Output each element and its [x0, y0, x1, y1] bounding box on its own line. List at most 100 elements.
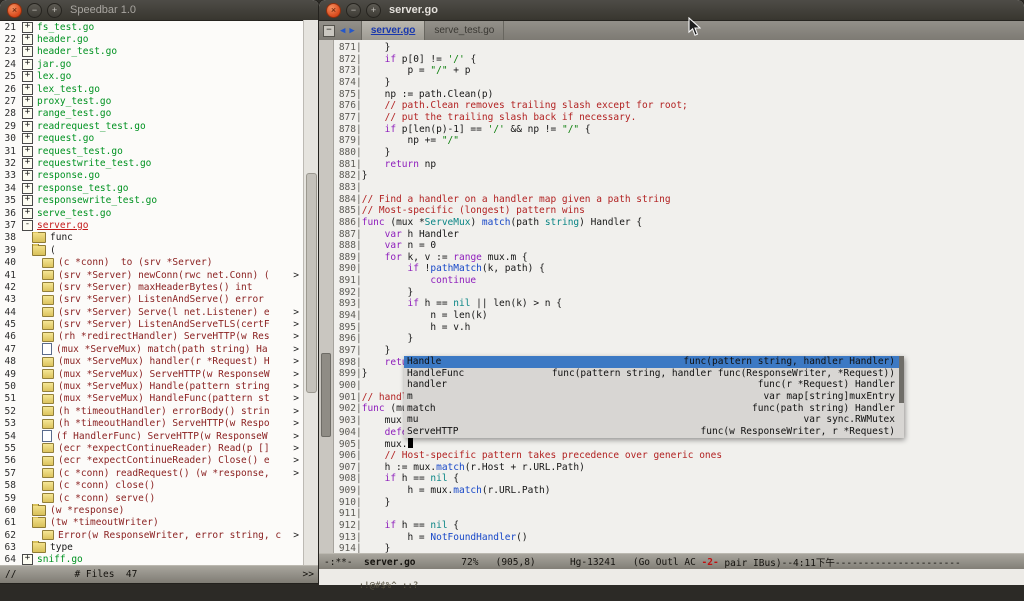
- tag-icon[interactable]: [42, 456, 54, 466]
- speedbar-item[interactable]: 56(ecr *expectContinueReader) Close() e>: [0, 455, 303, 467]
- speedbar-item[interactable]: 61(tw *timeoutWriter): [0, 517, 303, 529]
- code-line[interactable]: 889| for k, v := range mux.m {: [334, 252, 1024, 264]
- tag-icon[interactable]: [42, 282, 54, 292]
- code-line[interactable]: 883|: [334, 182, 1024, 194]
- speedbar-item[interactable]: 44(srv *Server) Serve(l net.Listener) e>: [0, 306, 303, 318]
- expand-icon[interactable]: +: [22, 34, 33, 45]
- expand-icon[interactable]: +: [22, 84, 33, 95]
- completion-item[interactable]: Handlefunc(pattern string, handler Handl…: [404, 356, 904, 368]
- item-label[interactable]: requestwrite_test.go: [37, 158, 151, 169]
- code-line[interactable]: 892| }: [334, 287, 1024, 299]
- code-line[interactable]: 890| if !pathMatch(k, path) {: [334, 263, 1024, 275]
- item-label[interactable]: (c *conn) readRequest() (w *response,: [58, 468, 270, 479]
- code-line[interactable]: 879| np += "/": [334, 135, 1024, 147]
- tab-scroll-right-icon[interactable]: ▶: [349, 26, 354, 36]
- tag-icon[interactable]: [42, 258, 54, 268]
- tag-icon[interactable]: [42, 530, 54, 540]
- code-line[interactable]: 876| // path.Clean removes trailing slas…: [334, 100, 1024, 112]
- code-line[interactable]: 886|func (mux *ServeMux) match(path stri…: [334, 217, 1024, 229]
- item-label[interactable]: (mux *ServeMux) match(path string) Ha: [56, 344, 268, 355]
- code-line[interactable]: 895| h = v.h: [334, 322, 1024, 334]
- speedbar-item[interactable]: 47(mux *ServeMux) match(path string) Ha>: [0, 343, 303, 355]
- speedbar-item[interactable]: 40(c *conn) to (srv *Server): [0, 256, 303, 268]
- speedbar-item[interactable]: 60(w *response): [0, 504, 303, 516]
- completion-item[interactable]: ServeHTTPfunc(w ResponseWriter, r *Reque…: [404, 426, 904, 438]
- speedbar-item[interactable]: 58(c *conn) close(): [0, 479, 303, 491]
- code-line[interactable]: 913| h = NotFoundHandler(): [334, 532, 1024, 544]
- code-line[interactable]: 880| }: [334, 147, 1024, 159]
- completion-item[interactable]: mvar map[string]muxEntry: [404, 391, 904, 403]
- tag-icon[interactable]: [42, 369, 54, 379]
- code-line[interactable]: 872| if p[0] != '/' {: [334, 54, 1024, 66]
- speedbar-item[interactable]: 42(srv *Server) maxHeaderBytes() int: [0, 281, 303, 293]
- expand-icon[interactable]: +: [22, 195, 33, 206]
- code-line[interactable]: 910| }: [334, 497, 1024, 509]
- item-label[interactable]: (w *response): [50, 505, 124, 516]
- expand-icon[interactable]: +: [22, 46, 33, 57]
- code-line[interactable]: 905| mux.: [334, 438, 1024, 450]
- speedbar-item[interactable]: 33+response.go: [0, 170, 303, 182]
- maximize-icon[interactable]: +: [366, 3, 381, 18]
- expand-icon[interactable]: +: [22, 96, 33, 107]
- item-label[interactable]: (c *conn) to (srv *Server): [58, 257, 212, 268]
- speedbar-item[interactable]: 54(f HandlerFunc) ServeHTTP(w ResponseW>: [0, 430, 303, 442]
- speedbar-item[interactable]: 46(rh *redirectHandler) ServeHTTP(w Res>: [0, 331, 303, 343]
- code-line[interactable]: 906| // Host-specific pattern takes prec…: [334, 450, 1024, 462]
- speedbar-item[interactable]: 28+range_test.go: [0, 108, 303, 120]
- minimize-icon[interactable]: −: [346, 3, 361, 18]
- tab-serve_test-go[interactable]: serve_test.go: [425, 21, 504, 40]
- item-label[interactable]: type: [50, 542, 73, 553]
- code-line[interactable]: 914| }: [334, 543, 1024, 553]
- speedbar-item[interactable]: 26+lex_test.go: [0, 83, 303, 95]
- item-label[interactable]: header.go: [37, 34, 88, 45]
- item-label[interactable]: (rh *redirectHandler) ServeHTTP(w Res: [58, 331, 270, 342]
- speedbar-item[interactable]: 34+response_test.go: [0, 182, 303, 194]
- code-line[interactable]: 873| p = "/" + p: [334, 65, 1024, 77]
- code-line[interactable]: 908| if h == nil {: [334, 473, 1024, 485]
- folder-icon[interactable]: [32, 505, 46, 516]
- code-line[interactable]: 882|}: [334, 170, 1024, 182]
- speedbar-item[interactable]: 52(h *timeoutHandler) errorBody() strin>: [0, 405, 303, 417]
- item-label[interactable]: (srv *Server) Serve(l net.Listener) e: [58, 307, 270, 318]
- speedbar-item[interactable]: 31+request_test.go: [0, 145, 303, 157]
- item-label[interactable]: response_test.go: [37, 183, 129, 194]
- expand-icon[interactable]: +: [22, 133, 33, 144]
- speedbar-item[interactable]: 27+proxy_test.go: [0, 95, 303, 107]
- tag-icon[interactable]: [42, 307, 54, 317]
- item-label[interactable]: (h *timeoutHandler) ServeHTTP(w Respo: [58, 418, 270, 429]
- code-line[interactable]: 888| var n = 0: [334, 240, 1024, 252]
- speedbar-item[interactable]: 29+readrequest_test.go: [0, 120, 303, 132]
- speedbar-item[interactable]: 59(c *conn) serve(): [0, 492, 303, 504]
- folder-icon[interactable]: [32, 517, 46, 528]
- expand-icon[interactable]: +: [22, 158, 33, 169]
- file-tag-icon[interactable]: [42, 343, 52, 355]
- tag-icon[interactable]: [42, 394, 54, 404]
- tag-icon[interactable]: [42, 295, 54, 305]
- item-label[interactable]: (srv *Server) ListenAndServe() error: [58, 294, 264, 305]
- code-line[interactable]: 885|// Most-specific (longest) pattern w…: [334, 205, 1024, 217]
- speedbar-item[interactable]: 21+fs_test.go: [0, 21, 303, 33]
- item-label[interactable]: (ecr *expectContinueReader) Close() e: [58, 455, 270, 466]
- speedbar-titlebar[interactable]: × − + Speedbar 1.0: [0, 0, 319, 21]
- file-tag-icon[interactable]: [42, 430, 52, 442]
- speedbar-item[interactable]: 30+request.go: [0, 133, 303, 145]
- expand-icon[interactable]: +: [22, 108, 33, 119]
- item-label[interactable]: (tw *timeoutWriter): [50, 517, 159, 528]
- code-line[interactable]: 877| // put the trailing slash back if n…: [334, 112, 1024, 124]
- item-label[interactable]: request_test.go: [37, 146, 123, 157]
- speedbar-item[interactable]: 41(srv *Server) newConn(rwc net.Conn) (>: [0, 269, 303, 281]
- item-label[interactable]: range_test.go: [37, 108, 111, 119]
- tabbar-menu-icon[interactable]: −: [323, 25, 335, 37]
- speedbar-item[interactable]: 37-server.go: [0, 219, 303, 231]
- item-label[interactable]: request.go: [37, 133, 94, 144]
- code-line[interactable]: 874| }: [334, 77, 1024, 89]
- folder-icon[interactable]: [32, 245, 46, 256]
- item-label[interactable]: (c *conn) close(): [58, 480, 155, 491]
- editor-scrollbar[interactable]: [319, 40, 334, 553]
- close-icon[interactable]: ×: [7, 3, 22, 18]
- item-label[interactable]: (mux *ServeMux) ServeHTTP(w ResponseW: [58, 369, 270, 380]
- tab-scroll-left-icon[interactable]: ◀: [340, 26, 345, 36]
- speedbar-item[interactable]: 57(c *conn) readRequest() (w *response,>: [0, 467, 303, 479]
- folder-icon[interactable]: [32, 232, 46, 243]
- completion-item[interactable]: matchfunc(path string) Handler: [404, 403, 904, 415]
